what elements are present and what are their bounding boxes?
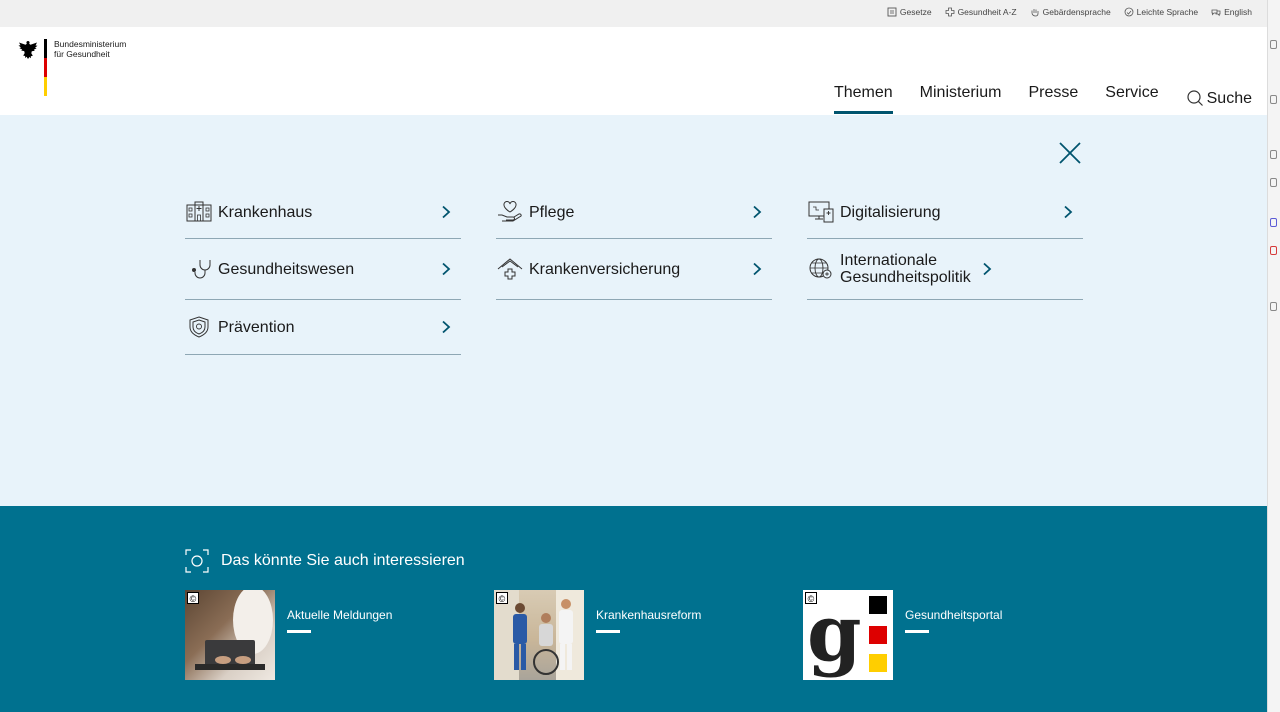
copyright-badge[interactable]: © — [187, 592, 199, 604]
sidebar-tool-icon[interactable] — [1270, 95, 1277, 104]
chevron-right-icon — [442, 205, 451, 219]
teaser-card-label: Krankenhausreform — [596, 608, 702, 622]
sign-language-hand-icon — [1031, 9, 1039, 17]
insurance-house-cross-icon — [497, 258, 523, 280]
menu-item-label: Gesundheitswesen — [218, 260, 355, 278]
menu-item-label: Internationale Gesundheitspolitik — [840, 252, 971, 286]
menu-item-label: Digitalisierung — [840, 203, 941, 221]
nav-item-presse[interactable]: Presse — [1028, 84, 1078, 114]
util-link-gebaerdensprache[interactable]: Gebärdensprache — [1030, 7, 1111, 17]
util-link-label: Gesetze — [899, 7, 932, 17]
hospital-icon — [186, 201, 212, 222]
digital-devices-icon — [808, 201, 834, 223]
focus-scan-icon — [185, 549, 209, 573]
util-link-english[interactable]: English — [1211, 7, 1252, 17]
related-content-heading: Das könnte Sie auch interessieren — [185, 549, 465, 573]
sidebar-tool-icon[interactable] — [1270, 178, 1277, 187]
chevron-right-icon — [983, 262, 992, 276]
menu-item-gesundheitswesen[interactable]: Gesundheitswesen — [185, 239, 461, 300]
menu-item-digitalisierung[interactable]: Digitalisierung — [807, 186, 1083, 239]
menu-item-krankenversicherung[interactable]: Krankenversicherung — [496, 239, 772, 300]
utility-bar: Gesetze Gesundheit A-Z Gebärdensprache L… — [0, 0, 1267, 27]
util-link-label: Leichte Sprache — [1136, 7, 1199, 17]
main-navigation: Themen Ministerium Presse Service Suche — [833, 84, 1252, 114]
site-header: Bundesministerium für Gesundheit Themen … — [0, 27, 1267, 115]
stethoscope-icon — [192, 260, 211, 279]
flyout-column-2: Pflege Krankenversicherung — [496, 186, 772, 300]
search-label: Suche — [1206, 90, 1252, 107]
ministry-logo[interactable]: Bundesministerium für Gesundheit — [17, 39, 126, 96]
ministry-name-line1: Bundesministerium — [54, 39, 127, 49]
util-link-gesetze[interactable]: Gesetze — [887, 7, 932, 17]
chevron-right-icon — [753, 262, 762, 276]
util-link-label: Gesundheit A-Z — [957, 7, 1017, 17]
easy-language-icon — [1124, 7, 1134, 17]
sidebar-tool-icon[interactable] — [1270, 218, 1277, 227]
menu-item-label: Prävention — [218, 318, 295, 336]
menu-item-krankenhaus[interactable]: Krankenhaus — [185, 186, 461, 239]
hospital-wheelchair-photo: © — [494, 590, 584, 680]
close-icon — [1059, 142, 1081, 164]
chevron-right-icon — [442, 262, 451, 276]
search-button[interactable]: Suche — [1186, 84, 1252, 114]
util-link-gesundheit-az[interactable]: Gesundheit A-Z — [945, 7, 1017, 17]
browser-side-toolbar — [1267, 0, 1280, 712]
ministry-name: Bundesministerium für Gesundheit — [52, 39, 126, 96]
nav-item-themen[interactable]: Themen — [833, 84, 893, 114]
shield-icon — [189, 316, 209, 338]
teaser-card-krankenhausreform[interactable]: © Krankenhausreform — [494, 590, 701, 680]
related-content-section: Das könnte Sie auch interessieren © Aktu… — [0, 506, 1267, 712]
care-hand-heart-icon — [498, 200, 522, 222]
chevron-right-icon — [442, 320, 451, 334]
teaser-card-text: Aktuelle Meldungen — [287, 590, 392, 680]
chevron-right-icon — [753, 205, 762, 219]
util-link-label: Gebärdensprache — [1042, 7, 1111, 17]
menu-item-praevention[interactable]: Prävention — [185, 300, 461, 355]
themen-flyout-menu: Krankenhaus Gesundheitswesen Prävention … — [0, 115, 1267, 506]
teaser-card-underline — [905, 630, 929, 633]
teaser-card-text: Krankenhausreform — [596, 590, 701, 680]
health-cross-icon — [945, 7, 954, 17]
flyout-column-1: Krankenhaus Gesundheitswesen Prävention — [185, 186, 461, 355]
menu-item-label: Pflege — [529, 203, 575, 221]
teaser-card-gesundheitsportal[interactable]: g © Gesundheitsportal — [803, 590, 1002, 680]
search-icon — [1187, 90, 1203, 106]
flyout-column-3: Digitalisierung Internationale Gesundhei… — [807, 186, 1083, 300]
teaser-card-underline — [287, 630, 311, 633]
nav-item-service[interactable]: Service — [1105, 84, 1158, 114]
chevron-right-icon — [1064, 205, 1073, 219]
federal-eagle-icon — [17, 39, 39, 96]
ministry-name-line2: für Gesundheit — [54, 49, 110, 59]
teaser-card-aktuelle-meldungen[interactable]: © Aktuelle Meldungen — [185, 590, 392, 680]
gesundheitsportal-logo: g © — [803, 590, 893, 680]
menu-item-label: Krankenhaus — [218, 203, 313, 221]
laptop-typing-photo: © — [185, 590, 275, 680]
globe-icon — [809, 258, 832, 279]
german-flag-bar — [44, 39, 47, 96]
english-language-icon — [1211, 9, 1221, 17]
teaser-card-label: Aktuelle Meldungen — [287, 608, 393, 622]
law-book-icon — [887, 7, 897, 17]
teaser-card-underline — [596, 630, 620, 633]
util-link-label: English — [1224, 7, 1252, 17]
nav-item-ministerium[interactable]: Ministerium — [920, 84, 1002, 114]
teaser-card-label: Gesundheitsportal — [905, 608, 1003, 622]
copyright-badge[interactable]: © — [496, 592, 508, 604]
util-link-leichte-sprache[interactable]: Leichte Sprache — [1124, 7, 1198, 17]
close-flyout-button[interactable] — [1058, 141, 1082, 165]
copyright-badge[interactable]: © — [805, 592, 817, 604]
sidebar-tool-icon[interactable] — [1270, 302, 1277, 311]
menu-item-internationale-gesundheitspolitik[interactable]: Internationale Gesundheitspolitik — [807, 239, 1083, 300]
teaser-card-text: Gesundheitsportal — [905, 590, 1002, 680]
sidebar-tool-icon[interactable] — [1270, 40, 1277, 49]
utility-links: Gesetze Gesundheit A-Z Gebärdensprache L… — [887, 7, 1252, 17]
menu-item-pflege[interactable]: Pflege — [496, 186, 772, 239]
menu-item-label: Krankenversicherung — [529, 260, 681, 278]
sidebar-tool-icon[interactable] — [1270, 246, 1277, 255]
related-content-title: Das könnte Sie auch interessieren — [221, 552, 465, 569]
sidebar-tool-icon[interactable] — [1270, 150, 1277, 159]
